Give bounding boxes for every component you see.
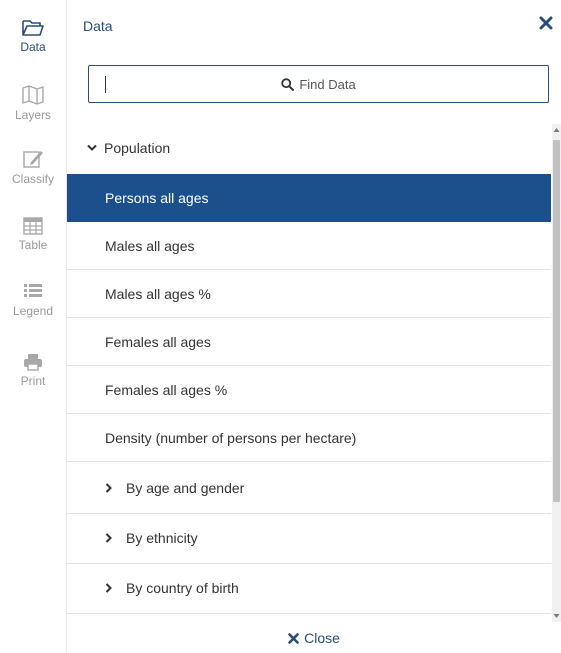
map-icon (22, 85, 44, 105)
subgroup-label: By country of birth (126, 580, 239, 596)
close-button-label: Close (304, 630, 340, 646)
list-item-label: Females all ages % (105, 382, 228, 398)
panel-title: Data (83, 18, 113, 34)
subgroup-label: By age and gender (126, 480, 245, 496)
list-item-persons-all-ages[interactable]: Persons all ages (67, 174, 551, 222)
scrollbar-thumb[interactable] (553, 140, 560, 502)
data-tree-list: Population Persons all ages Males all ag… (67, 124, 551, 622)
subgroup-by-age-and-gender[interactable]: By age and gender (67, 464, 551, 514)
list-item-label: Males all ages % (105, 286, 211, 302)
chevron-right-icon (105, 583, 112, 593)
rail-item-label: Layers (14, 108, 52, 122)
printer-icon (24, 354, 42, 371)
rail-item-label: Classify (11, 172, 54, 186)
rail-item-label: Table (18, 238, 48, 252)
table-icon (23, 217, 43, 235)
chevron-down-icon (87, 144, 97, 151)
list-item-label: Males all ages (105, 238, 195, 254)
search-icon (281, 78, 295, 91)
scroll-up-arrow-icon[interactable] (553, 126, 560, 134)
rail-item-classify[interactable]: Classify (0, 148, 66, 186)
data-panel: Data Find Data Population Persons all ag… (67, 0, 561, 653)
group-label: Population (104, 140, 171, 156)
left-rail: Data Layers Classify Table Legend Print (0, 0, 67, 653)
list-item-label: Persons all ages (105, 190, 209, 206)
group-population[interactable]: Population (67, 124, 551, 172)
scroll-down-arrow-icon[interactable] (553, 612, 560, 620)
list-item-label: Females all ages (105, 334, 211, 350)
subgroup-by-ethnicity[interactable]: By ethnicity (67, 514, 551, 564)
rail-item-print[interactable]: Print (0, 352, 66, 388)
subgroup-by-country-of-birth[interactable]: By country of birth (67, 564, 551, 614)
close-panel-button[interactable] (539, 16, 555, 32)
list-item-density[interactable]: Density (number of persons per hectare) (67, 414, 551, 462)
list-scrollbar[interactable] (552, 124, 561, 622)
list-icon (24, 284, 42, 297)
rail-item-label: Data (20, 40, 46, 54)
folder-open-icon (22, 20, 44, 36)
list-item-males-all-ages-pct[interactable]: Males all ages % (67, 270, 551, 318)
chevron-right-icon (105, 533, 112, 543)
chevron-right-icon (105, 483, 112, 493)
rail-item-legend[interactable]: Legend (0, 282, 66, 318)
close-button[interactable]: Close (67, 630, 561, 646)
rail-item-label: Print (20, 374, 46, 388)
rail-item-layers[interactable]: Layers (0, 84, 66, 122)
find-data-input[interactable]: Find Data (88, 65, 549, 103)
close-icon (288, 633, 299, 644)
list-item-males-all-ages[interactable]: Males all ages (67, 222, 551, 270)
list-item-females-all-ages-pct[interactable]: Females all ages % (67, 366, 551, 414)
edit-icon (23, 151, 43, 168)
rail-item-label: Legend (12, 304, 54, 318)
rail-item-table[interactable]: Table (0, 216, 66, 252)
close-icon (539, 16, 553, 30)
list-item-females-all-ages[interactable]: Females all ages (67, 318, 551, 366)
list-item-label: Density (number of persons per hectare) (105, 430, 357, 446)
subgroup-label: By ethnicity (126, 530, 198, 546)
rail-item-data[interactable]: Data (0, 18, 66, 54)
search-placeholder-text: Find Data (299, 77, 356, 92)
app-root: Data Layers Classify Table Legend Print … (0, 0, 561, 653)
search-placeholder: Find Data (89, 77, 548, 92)
